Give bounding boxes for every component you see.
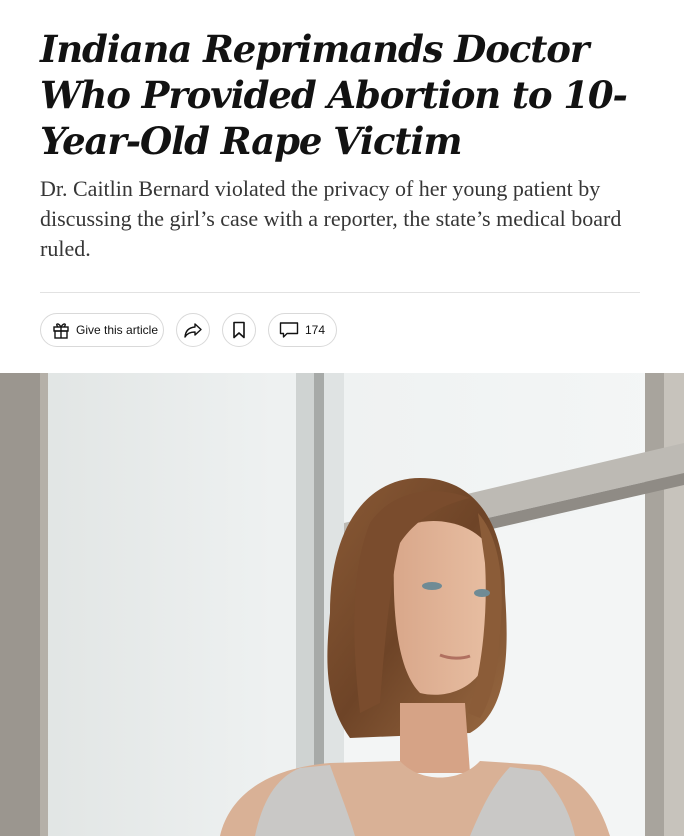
share-button[interactable] bbox=[176, 313, 210, 347]
article-summary: Dr. Caitlin Bernard violated the privacy… bbox=[40, 176, 622, 261]
comments-count: 174 bbox=[305, 323, 326, 337]
share-icon bbox=[183, 320, 203, 340]
comment-icon bbox=[279, 320, 299, 340]
bookmark-icon bbox=[229, 320, 249, 340]
article-headline: Indiana Reprimands Doctor Who Provided A… bbox=[40, 27, 628, 163]
gift-icon bbox=[51, 320, 71, 340]
give-article-label: Give this article bbox=[76, 323, 159, 337]
save-button[interactable] bbox=[222, 313, 256, 347]
divider bbox=[40, 292, 640, 293]
comments-button[interactable]: 174 bbox=[268, 313, 337, 347]
article-photo bbox=[0, 373, 684, 836]
give-article-button[interactable]: Give this article bbox=[40, 313, 164, 347]
